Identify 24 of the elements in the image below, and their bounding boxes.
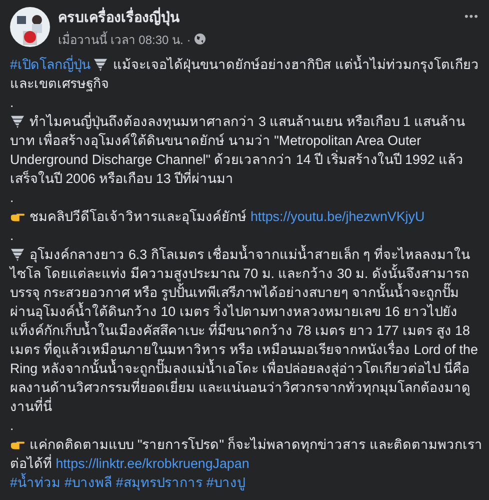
tornado-icon (93, 57, 108, 72)
tornado-icon (10, 114, 25, 129)
tornado-icon (10, 247, 25, 262)
url-link[interactable]: https://youtu.be/jhezwnVKjyU (250, 209, 425, 224)
hashtag-link[interactable]: #บางพลี (64, 475, 112, 490)
globe-icon (194, 33, 206, 45)
url-link[interactable]: https://linktr.ee/krobkruengJapan (56, 456, 250, 471)
post-time-link[interactable]: เมื่อวานนี้ เวลา 08:30 น. · (58, 30, 191, 48)
post-paragraph: . (10, 94, 15, 112)
post-paragraph: ทำไมคนญี่ปุ่นถึงต้องลงทุนมหาศาลกว่า 3 แสนล้านเยน หรือเกือบ 1 แสนล้านบาท เพื่อสร้างอุโมงค์ใต้ดินขนาดยักษ์ นามว่า "Metropolitan Area Outer Underground Discharge Channel" ด้วยเวลากว่า 14 ปี เริ่มสร้างในปี 1992 แล้วเสร็จในปี 2006 หรือเกือบ 13 ปีที่ผ่านมา (10, 112, 466, 188)
post-paragraph: . (10, 417, 15, 435)
post-paragraph: . (10, 227, 15, 245)
more-options-button[interactable]: ••• (460, 9, 483, 25)
page-name-link[interactable]: ครบเครื่องเรื่องญี่ปุ่น (58, 6, 452, 28)
post-paragraph: . (10, 189, 15, 207)
post-paragraph: #เปิดโลกญี่ปุ่น แม้จะเจอได้ฝุ่นขนาดยักษ์อย่างฮากิบิส แต่น้ำไม่ท่วมกรุงโตเกียวและเขตเศรษฐกิจ (10, 55, 480, 93)
avatar-icon[interactable] (10, 7, 50, 47)
post-paragraph: อุโมงค์กลางยาว 6.3 กิโลเมตร เชื่อมน้ำจากแม่น้ำสายเล็ก ๆ ที่จะไหลลงมาในไซโล โดยแต่ละแท่ง มีความสูงประมาณ 70 ม. และกว้าง 30 ม. ดังนั้นจึงสามารถบรรจุ กระสวยอวกาศ หรือ รูปปั้นเทพีเสรีภาพได้อย่างสบายๆ จากนั้นน้ำจะถูกปั๊มผ่านอุโมงค์น้ำใต้ดินกว้าง 10 เมตร วิ่งไปตามทางหลวงหมายเลข 16 ยาวไปยังแท็งค์กักเก็บน้ำในเมืองคัสสึคาเบะ ที่มีขนาดกว้าง 78 เมตร ยาว 177 เมตร สูง 18 เมตร ที่ดูแล้วเหมือนภายในมหาวิหาร หรือ เหมือนมอเรียจากหนังเรื่อง Lord of the Ring หลังจากนั้นน้ำจะถูกปั๊มลงแม่น้ำเอโดะ เพื่อปล่อยลงสู่อ่าวโตเกียวต่อไป นี่คือผลงานด้านวิศวกรรมที่ยอดเยี่ยม และแน่นอนว่าวิศวกรจากทั่วทุกมุมโลกต้องมาดูงานที่นี่ (10, 245, 479, 416)
post-paragraph: ชมคลิปวีดีโอเจ้าวิหารและอุโมงค์ยักษ์ https://youtu.be/jhezwnVKjyU (10, 207, 483, 226)
hashtag-link[interactable]: #เปิดโลกญี่ปุ่น (10, 57, 90, 72)
post-paragraph: แค่กดติดตามแบบ "รายการโปรด" ก็จะไม่พลาดทุกข่าวสาร และติดตามพวกเราต่อได้ที่ https://linktr.ee/krobkruengJapan (10, 436, 483, 473)
hashtag-link[interactable]: #สมุทรปราการ (116, 475, 202, 490)
hashtag-link[interactable]: #บางปู (206, 475, 245, 490)
hashtag-link[interactable]: #น้ำท่วม (10, 475, 60, 490)
